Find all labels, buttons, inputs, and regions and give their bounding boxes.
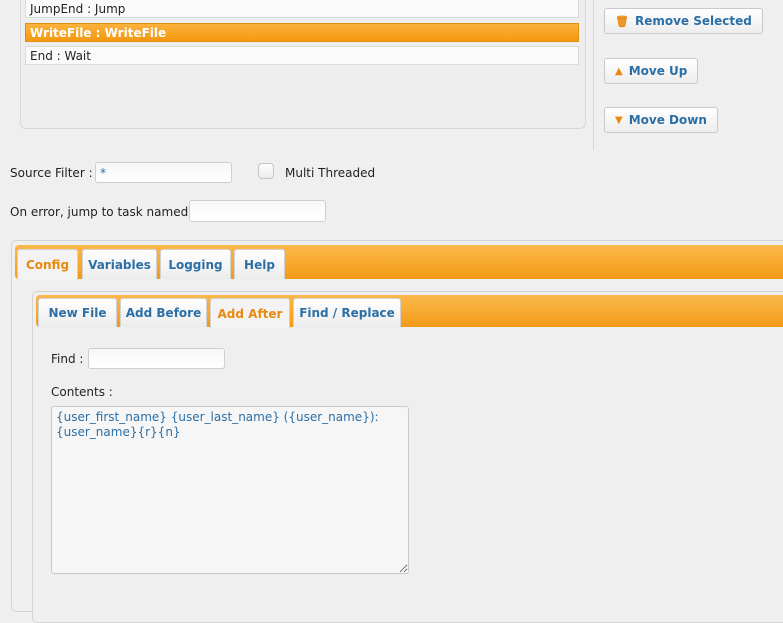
find-label: Find : [51, 352, 84, 366]
find-input[interactable] [88, 348, 225, 369]
tab-new-file[interactable]: New File [38, 298, 117, 327]
task-item-label: End : Wait [30, 49, 91, 63]
tab-help[interactable]: Help [234, 249, 285, 279]
tab-label: Add Before [125, 306, 202, 320]
tab-logging[interactable]: Logging [160, 249, 231, 279]
tab-label: Variables [88, 257, 151, 272]
multi-threaded-checkbox[interactable] [258, 163, 274, 179]
tab-add-after[interactable]: Add After [210, 298, 290, 328]
tab-label: Logging [168, 257, 223, 272]
side-divider [593, 0, 594, 150]
remove-selected-button[interactable]: 🗑 Remove Selected [604, 8, 763, 34]
task-item-end[interactable]: End : Wait [25, 46, 579, 65]
move-down-button[interactable]: ▼ Move Down [604, 107, 718, 133]
contents-label: Contents : [51, 385, 113, 399]
contents-textarea[interactable]: {user_first_name} {user_last_name} ({use… [51, 406, 409, 574]
on-error-label: On error, jump to task named : [10, 205, 197, 219]
move-up-label: Move Up [628, 64, 688, 78]
tab-label: Add After [217, 306, 283, 321]
tab-variables[interactable]: Variables [82, 249, 157, 279]
task-item-jumpend[interactable]: JumpEnd : Jump [25, 0, 579, 18]
task-item-label: WriteFile : WriteFile [30, 26, 167, 40]
triangle-up-icon: ▲ [615, 65, 623, 77]
multi-threaded-label: Multi Threaded [285, 166, 376, 180]
tab-find-replace[interactable]: Find / Replace [293, 298, 401, 327]
move-down-label: Move Down [628, 113, 707, 127]
tab-add-before[interactable]: Add Before [120, 298, 207, 327]
trash-icon: 🗑 [615, 14, 629, 28]
task-item-label: JumpEnd : Jump [30, 2, 126, 16]
triangle-down-icon: ▼ [615, 114, 623, 126]
sub-tab-bar: New File Add Before Add After Find / Rep… [36, 295, 783, 328]
tab-label: Help [244, 257, 275, 272]
source-filter-input[interactable] [95, 162, 232, 183]
main-tab-bar: Config Variables Logging Help [15, 245, 783, 280]
tab-label: Config [25, 258, 70, 272]
task-item-writefile[interactable]: WriteFile : WriteFile [25, 23, 579, 42]
task-list: JumpEnd : Jump WriteFile : WriteFile End… [20, 0, 586, 129]
tab-config[interactable]: Config [17, 249, 78, 280]
move-up-button[interactable]: ▲ Move Up [604, 58, 699, 84]
tab-label: Find / Replace [299, 306, 395, 320]
source-filter-label: Source Filter : [10, 166, 93, 180]
tab-label: New File [48, 306, 107, 320]
on-error-input[interactable] [189, 200, 326, 222]
remove-selected-label: Remove Selected [634, 14, 752, 28]
